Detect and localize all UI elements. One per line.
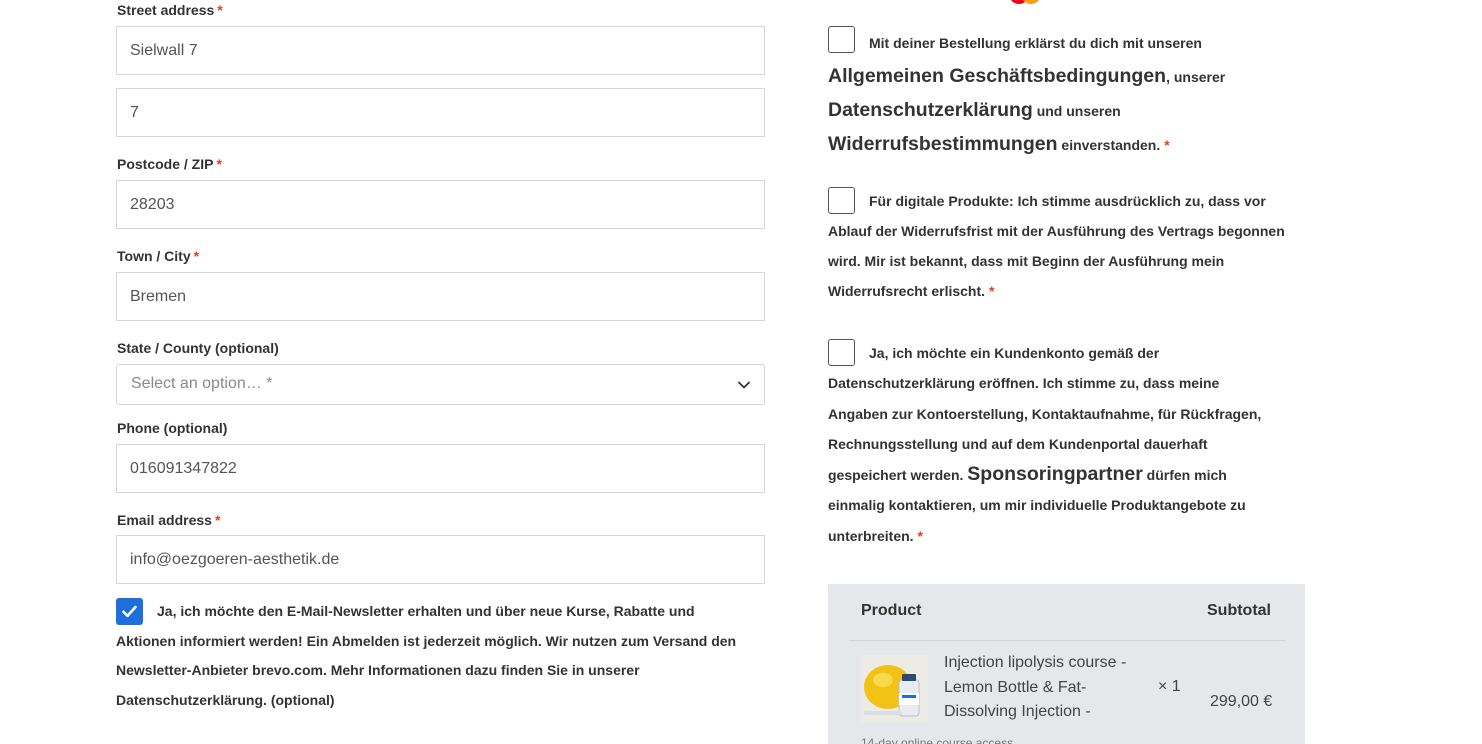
product-name: Injection lipolysis course - Lemon Bottl… — [944, 654, 1127, 720]
product-column-header: Product — [861, 602, 922, 619]
email-label: Email address * — [117, 512, 221, 528]
required-asterisk: * — [214, 512, 221, 528]
street-address-label: Street address * — [117, 2, 223, 18]
postcode-label: Postcode / ZIP * — [117, 156, 222, 172]
chevron-down-icon — [738, 381, 750, 389]
phone-input[interactable] — [116, 444, 765, 493]
sponsor-link[interactable]: Sponsoringpartner — [967, 463, 1143, 485]
product-quantity: × 1 — [1158, 678, 1181, 695]
required-asterisk: * — [917, 527, 924, 544]
city-input[interactable] — [116, 272, 765, 321]
terms-consent-text: Mit deiner Bestellung erklärst du dich m… — [828, 35, 1226, 155]
postcode-input[interactable] — [116, 180, 765, 229]
privacy-link[interactable]: Datenschutzerklärung — [828, 99, 1033, 121]
city-label: Town / City * — [117, 248, 200, 264]
account-consent-text: Ja, ich möchte ein Kundenkonto gemäß der… — [828, 345, 1262, 544]
required-asterisk: * — [193, 248, 200, 264]
subtotal-column-header: Subtotal — [1207, 602, 1271, 619]
check-icon — [122, 605, 137, 618]
digital-products-consent-text: Für digitale Produkte: Ich stimme ausdrü… — [828, 193, 1285, 299]
table-divider — [849, 640, 1285, 641]
street-address-line2-input[interactable] — [116, 88, 765, 137]
required-asterisk: * — [1164, 137, 1170, 153]
state-label: State / County (optional) — [117, 340, 279, 356]
state-select[interactable]: Select an option… * — [116, 364, 765, 405]
product-subtotal: 299,00 € — [1210, 693, 1273, 710]
mastercard-logo — [1011, 0, 1039, 4]
withdrawal-link[interactable]: Widerrufsbestimmungen — [828, 133, 1058, 155]
required-asterisk: * — [217, 2, 223, 18]
newsletter-checkbox[interactable] — [116, 598, 143, 625]
required-asterisk: * — [216, 156, 222, 172]
checkout-page: Street address* Postcode / ZIP* Town / C… — [0, 0, 1482, 744]
required-asterisk: * — [989, 283, 995, 299]
agb-link[interactable]: Allgemeinen Geschäftsbedingungen — [828, 65, 1166, 87]
email-input[interactable] — [116, 535, 765, 584]
newsletter-consent-text: Ja, ich möchte den E-Mail-Newsletter erh… — [116, 603, 737, 708]
state-select-placeholder: Select an option… * — [131, 375, 273, 392]
street-address-input[interactable] — [116, 26, 765, 75]
phone-label: Phone (optional) — [117, 420, 228, 436]
product-image — [861, 655, 928, 722]
product-meta: 14-day online course access — [861, 736, 1014, 744]
